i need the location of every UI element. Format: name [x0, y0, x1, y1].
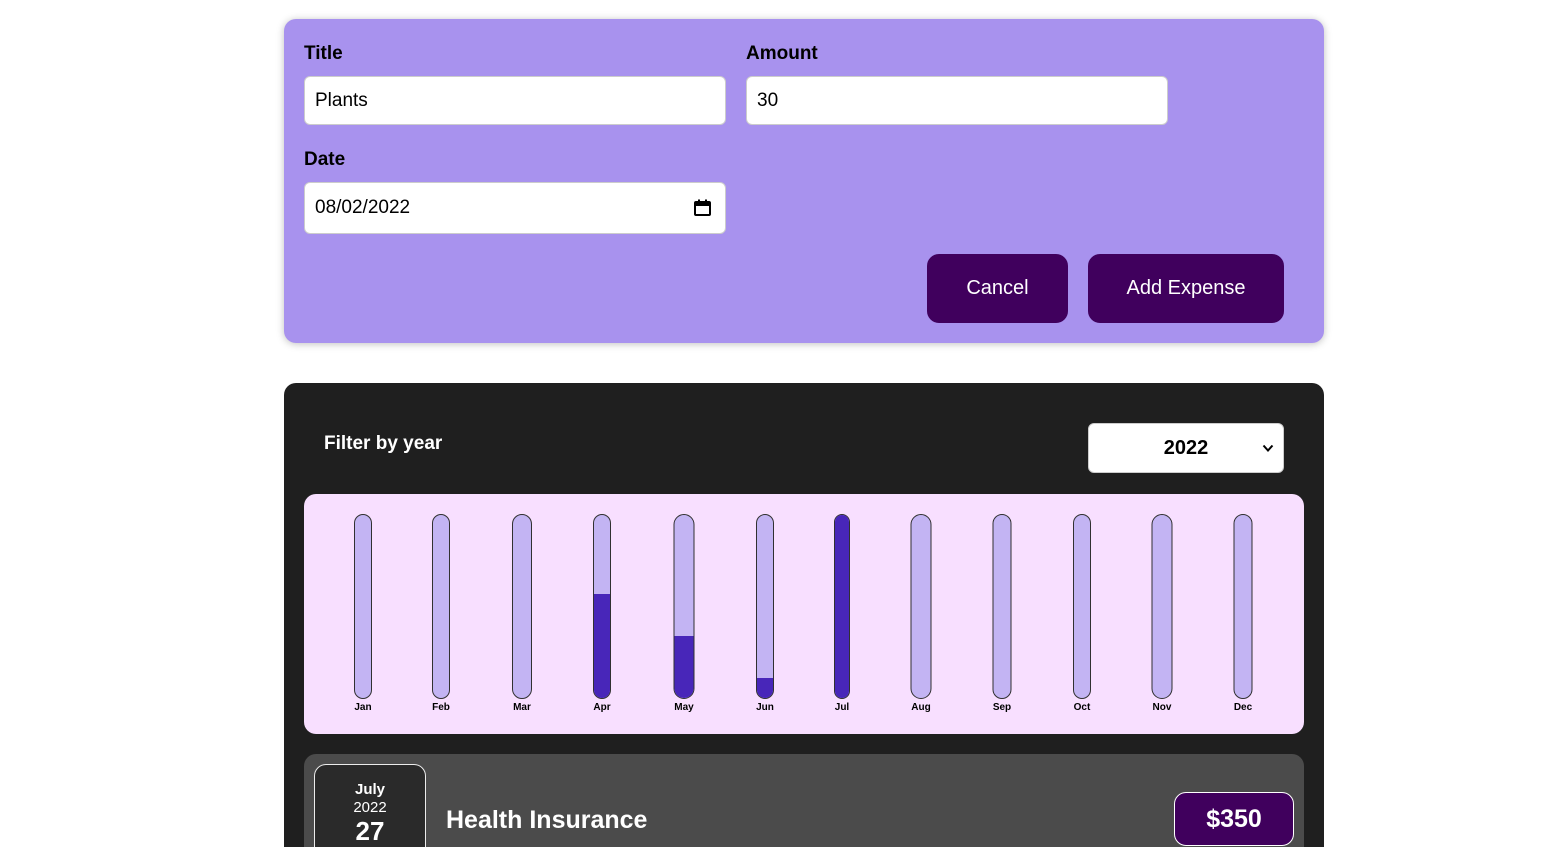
expense-date-day: 27 [355, 816, 385, 846]
chart-bar-label: Aug [911, 702, 931, 713]
chart-bar-fill [674, 635, 694, 698]
date-input-value: 08/02/2022 [315, 197, 411, 218]
chart-bar-label: May [674, 702, 694, 713]
expense-date-month: July [354, 781, 385, 798]
chart-bar-mar: Mar [502, 514, 542, 724]
chart-bar-jul: Jul [822, 514, 862, 724]
chart-bar-track [910, 514, 932, 699]
expense-date-year: 2022 [353, 799, 387, 816]
title-label: Title [304, 43, 343, 64]
expenses-chart: Jan Feb Mar Apr May Jun Jul Aug Sep Oct Nov Dec [304, 494, 1304, 734]
chart-bar-track [756, 514, 774, 699]
chart-bar-feb: Feb [421, 514, 461, 724]
chart-bar-fill [835, 515, 849, 698]
date-input[interactable]: 08/02/2022 [304, 182, 726, 234]
chart-bar-apr: Apr [582, 514, 622, 724]
chart-bar-oct: Oct [1062, 514, 1102, 724]
chart-bar-track [1073, 514, 1091, 699]
chart-bar-label: Jun [756, 702, 774, 713]
add-expense-button[interactable]: Add Expense [1088, 254, 1284, 323]
expense-price: $350 [1174, 792, 1294, 846]
expense-item: July 2022 27 Health Insurance $350 [304, 754, 1304, 847]
amount-input-value: 30 [757, 89, 779, 111]
expense-date: July 2022 27 [314, 764, 426, 847]
chart-bar-dec: Dec [1223, 514, 1263, 724]
chart-bar-label: Jul [834, 702, 850, 713]
amount-label: Amount [746, 43, 818, 64]
chevron-down-icon [1262, 444, 1274, 452]
chart-bar-label: Feb [432, 702, 450, 713]
cancel-button[interactable]: Cancel [927, 254, 1068, 323]
amount-input[interactable]: 30 [746, 76, 1168, 125]
chart-bar-sep: Sep [982, 514, 1022, 724]
chart-bar-aug: Aug [901, 514, 941, 724]
chart-bar-track [992, 514, 1012, 699]
chart-bar-track [593, 514, 611, 699]
year-select-value: 2022 [1163, 436, 1209, 459]
chart-bar-label: Nov [1152, 702, 1172, 713]
year-select[interactable]: 2022 [1088, 423, 1284, 473]
chart-bar-track [834, 514, 850, 699]
chart-bar-track [432, 514, 450, 699]
chart-bar-track [673, 514, 695, 699]
chart-bar-fill [594, 593, 610, 698]
expense-title: Health Insurance [446, 806, 648, 834]
chart-bar-jan: Jan [343, 514, 383, 724]
chart-bar-jun: Jun [745, 514, 785, 724]
chart-bar-label: Dec [1233, 702, 1253, 713]
title-input[interactable]: Plants [304, 76, 726, 125]
chart-bar-label: Jan [354, 702, 372, 713]
chart-bar-label: Oct [1073, 702, 1091, 713]
chart-bar-track [1151, 514, 1173, 699]
title-input-value: Plants [315, 89, 368, 111]
chart-bar-track [512, 514, 532, 699]
chart-bar-track [1233, 514, 1253, 699]
new-expense-form: Title Plants Amount 30 Date 08/02/2022 C… [284, 19, 1324, 343]
chart-bar-label: Mar [513, 702, 531, 713]
page: Title Plants Amount 30 Date 08/02/2022 C… [0, 0, 1567, 847]
chart-bar-nov: Nov [1142, 514, 1182, 724]
filter-label: Filter by year [324, 433, 443, 454]
chart-bar-fill [757, 677, 773, 698]
chart-bar-may: May [664, 514, 704, 724]
expenses-card: Filter by year 2022 Jan Feb Mar Apr May Jun Ju… [284, 383, 1324, 847]
chart-bar-label: Sep [992, 702, 1012, 713]
chart-bar-track [354, 514, 372, 699]
date-label: Date [304, 149, 346, 170]
chart-bar-label: Apr [593, 702, 611, 713]
calendar-icon[interactable] [694, 199, 711, 216]
